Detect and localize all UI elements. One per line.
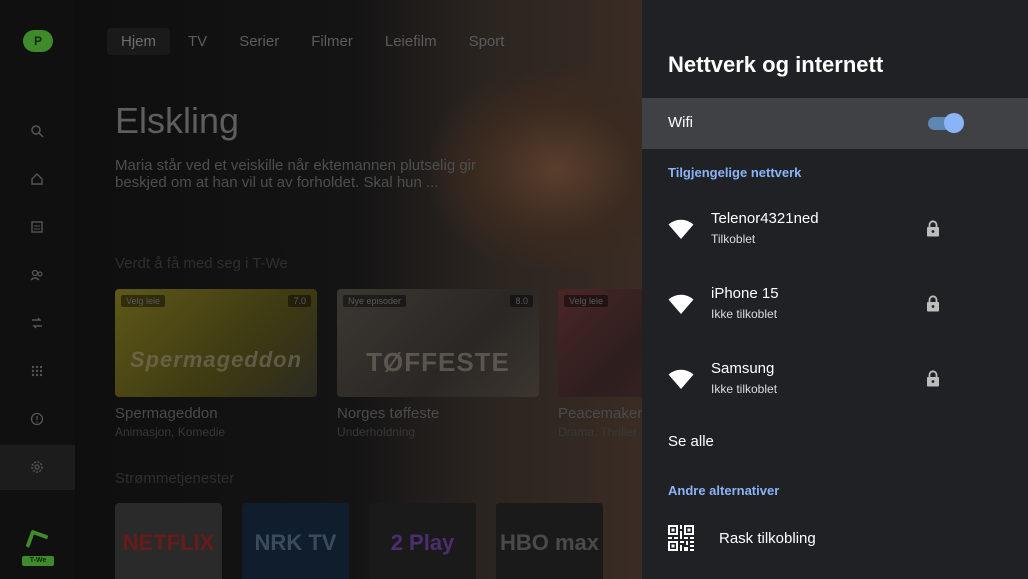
tab-tv[interactable]: TV — [174, 28, 221, 55]
network-status: Ikke tilkoblet — [711, 382, 778, 396]
network-settings-panel: Nettverk og internett Wifi Tilgjengelige… — [642, 0, 1028, 579]
card-rating: 8.0 — [510, 295, 533, 307]
background-tv-app: P T-We Hjem TV Serier Filmer Leiefilm Sp… — [0, 0, 642, 579]
tab-leiefilm[interactable]: Leiefilm — [371, 28, 451, 55]
tab-serier[interactable]: Serier — [225, 28, 293, 55]
available-networks-label: Tilgjengelige nettverk — [668, 165, 802, 180]
tab-filmer[interactable]: Filmer — [297, 28, 367, 55]
wifi-icon — [668, 219, 694, 239]
content-card[interactable]: Velg leie — [558, 289, 642, 397]
hero-description: Maria står ved et veiskille når ektemann… — [115, 157, 477, 191]
side-rail: P T-We — [0, 0, 75, 579]
network-name: Samsung — [711, 360, 775, 377]
lock-icon — [927, 295, 939, 312]
network-name: Telenor4321ned — [711, 210, 819, 227]
network-status: Ikke tilkoblet — [711, 307, 778, 321]
tab-sport[interactable]: Sport — [455, 28, 519, 55]
quick-connect-label: Rask tilkobling — [719, 530, 816, 547]
row-title: Strømmetjenester — [115, 470, 235, 487]
network-item[interactable]: Telenor4321ned Tilkoblet — [642, 200, 1028, 262]
quick-connect-item[interactable]: Rask tilkobling — [642, 515, 1028, 565]
lock-icon — [927, 220, 939, 237]
service-tile-hbomax[interactable]: HBO max — [496, 503, 603, 579]
card-subtitle: Drama, Thriller — [558, 425, 638, 439]
network-status: Tilkoblet — [711, 232, 756, 246]
profile-avatar[interactable]: P — [23, 30, 53, 52]
help-icon[interactable] — [28, 410, 46, 428]
row-title: Verdt å få med seg i T-We — [115, 255, 288, 272]
other-options-label: Andre alternativer — [668, 483, 780, 498]
card-subtitle: Animasjon, Komedie — [115, 425, 226, 439]
panel-title: Nettverk og internett — [668, 52, 884, 77]
tab-hjem[interactable]: Hjem — [107, 28, 171, 55]
hero-title: Elskling — [115, 100, 240, 141]
guide-icon[interactable] — [28, 218, 46, 236]
card-badge: Velg leie — [564, 295, 609, 307]
service-tile-netflix[interactable]: NETFLIX — [115, 503, 222, 579]
network-name: iPhone 15 — [711, 285, 779, 302]
network-item[interactable]: iPhone 15 Ikke tilkoblet — [642, 275, 1028, 337]
service-tile-nrk[interactable]: NRK TV — [242, 503, 349, 579]
card-art-title: Spermageddon — [129, 347, 303, 372]
wifi-switch[interactable] — [928, 112, 964, 134]
see-all-button[interactable]: Se alle — [668, 433, 714, 450]
card-badge: Nye episoder — [343, 295, 407, 307]
service-tile-tv2play[interactable]: 2 Play — [369, 503, 476, 579]
wifi-toggle-row[interactable]: Wifi — [642, 98, 1028, 149]
network-item[interactable]: Samsung Ikke tilkoblet — [642, 350, 1028, 412]
card-subtitle: Underholdning — [337, 425, 416, 439]
qr-code-icon — [668, 525, 694, 551]
recordings-icon[interactable] — [28, 314, 46, 332]
content-card[interactable]: Nye episoder 8.0 TØFFESTE — [337, 289, 539, 397]
wifi-label: Wifi — [668, 114, 693, 131]
card-title: Spermageddon — [115, 405, 218, 422]
wifi-icon — [668, 294, 694, 314]
card-art-title: TØFFESTE — [366, 347, 510, 377]
content-card[interactable]: Velg leie 7.0 Spermageddon — [115, 289, 317, 397]
wifi-icon — [668, 369, 694, 389]
settings-icon[interactable] — [28, 458, 46, 476]
lock-icon — [927, 370, 939, 387]
top-navigation: Hjem TV Serier Filmer Leiefilm Sport — [107, 28, 522, 55]
home-icon[interactable] — [28, 170, 46, 188]
search-icon[interactable] — [28, 122, 46, 140]
card-badge: Velg leie — [121, 295, 166, 307]
card-title: Norges tøffeste — [337, 405, 440, 422]
card-rating: 7.0 — [288, 295, 311, 307]
profiles-icon[interactable] — [28, 266, 46, 284]
apps-icon[interactable] — [28, 362, 46, 380]
brand-logo: T-We — [22, 529, 54, 566]
card-title: Peacemaker — [558, 405, 642, 422]
